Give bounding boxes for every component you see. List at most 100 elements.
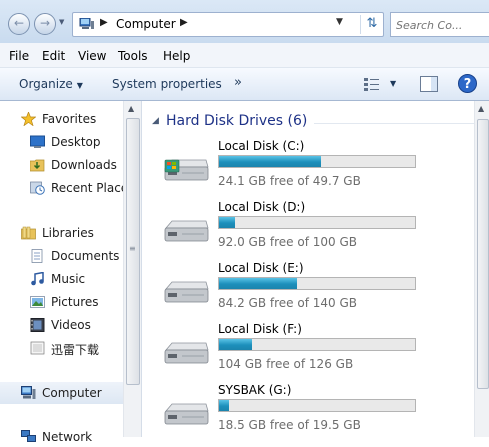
preview-pane-icon[interactable] [420, 76, 438, 92]
hard-drive-icon [164, 342, 209, 364]
documents-icon [31, 249, 43, 263]
menu-help[interactable]: Help [163, 49, 190, 63]
drive-tile[interactable]: Local Disk (D:) 92.0 GB free of 100 GB [160, 200, 470, 262]
nav-item-label: Recent Place [51, 181, 129, 195]
nav-item-recent-places[interactable]: Recent Place [0, 178, 128, 198]
group-divider [314, 123, 474, 124]
drive-name: Local Disk (C:) [218, 139, 305, 153]
organize-label: Organize [19, 77, 73, 91]
downloads-folder-icon [30, 159, 45, 172]
videos-icon [30, 318, 45, 332]
menu-file[interactable]: File [9, 49, 29, 63]
nav-item-xunlei-downloads[interactable]: 迅雷下载 [0, 338, 123, 358]
search-input[interactable] [394, 16, 489, 35]
nav-pane-scrollbar[interactable]: ▲ ≡ [123, 101, 141, 437]
drive-tile[interactable]: Local Disk (E:) 84.2 GB free of 140 GB [160, 261, 470, 323]
hard-drive-icon [164, 281, 209, 303]
nav-item-label: 迅雷下载 [51, 343, 100, 357]
drive-usage-fill [219, 278, 298, 289]
drive-tile[interactable]: Local Disk (C:) 24.1 GB free of 49.7 GB [160, 139, 470, 201]
system-properties-button[interactable]: System properties [112, 77, 222, 91]
recent-places-icon [30, 181, 45, 195]
recent-pages-dropdown[interactable]: ▼ [59, 18, 64, 26]
breadcrumb-computer[interactable]: Computer [116, 17, 176, 31]
content-scrollbar[interactable]: ▲ [474, 101, 489, 437]
nav-item-music[interactable]: Music [0, 269, 123, 289]
view-options-icon[interactable] [364, 77, 380, 91]
nav-network-label: Network [42, 430, 93, 444]
drive-name: Local Disk (D:) [218, 200, 306, 214]
drive-usage-bar [218, 155, 416, 168]
collapse-group-icon[interactable]: ◢ [152, 116, 159, 126]
refresh-icon: ⇅ [366, 16, 378, 31]
nav-libraries[interactable]: Libraries [0, 223, 123, 243]
nav-libraries-label: Libraries [42, 226, 94, 240]
drive-usage-fill [219, 339, 253, 350]
hard-drive-icon [164, 403, 209, 425]
drive-name: Local Disk (F:) [218, 322, 302, 336]
breadcrumb-separator[interactable]: ▶ [180, 17, 188, 28]
drive-usage-bar [218, 338, 416, 351]
navigation-pane: Favorites Desktop Downloads Recent Place… [0, 101, 128, 444]
group-title[interactable]: Hard Disk Drives (6) [166, 113, 307, 129]
content-scroll-thumb[interactable] [477, 119, 489, 389]
view-options-dropdown[interactable]: ▼ [390, 79, 396, 88]
drive-usage-bar [218, 277, 416, 290]
folder-icon [30, 341, 45, 355]
drive-usage-fill [219, 217, 235, 228]
drive-name: Local Disk (E:) [218, 261, 304, 275]
back-arrow-icon: ← [13, 16, 25, 30]
nav-item-videos[interactable]: Videos [0, 315, 123, 335]
nav-item-label: Downloads [51, 158, 117, 172]
nav-computer-label: Computer [42, 386, 102, 400]
menu-tools[interactable]: Tools [118, 49, 148, 63]
nav-item-label: Desktop [51, 135, 101, 149]
address-history-dropdown[interactable]: ▼ [336, 17, 343, 27]
refresh-button[interactable]: ⇅ [360, 15, 383, 34]
svg-text:?: ? [464, 77, 472, 92]
chevron-down-icon: ▼ [76, 81, 83, 90]
computer-icon [21, 386, 36, 399]
address-toolbar: ← → ▼ ▶ Computer ▶ ▼ ⇅ [0, 0, 489, 43]
command-bar: Organize ▼ System properties » ▼ ? [0, 68, 489, 101]
forward-arrow-icon: → [39, 16, 51, 30]
network-icon [21, 430, 36, 442]
drive-tile[interactable]: Local Disk (F:) 104 GB free of 126 GB [160, 322, 470, 384]
scroll-up-icon[interactable]: ▲ [478, 104, 484, 113]
menu-bar: File Edit View Tools Help [0, 43, 489, 68]
hard-drive-icon [164, 220, 209, 242]
forward-button[interactable]: → [34, 13, 56, 35]
drive-free-space: 84.2 GB free of 140 GB [218, 296, 357, 310]
hard-drive-icon [164, 159, 209, 181]
nav-item-label: Music [51, 272, 86, 286]
organize-button[interactable]: Organize ▼ [19, 77, 83, 91]
nav-item-label: Pictures [51, 295, 99, 309]
drive-free-space: 104 GB free of 126 GB [218, 357, 354, 371]
menu-edit[interactable]: Edit [42, 49, 65, 63]
back-button[interactable]: ← [8, 13, 30, 35]
nav-item-downloads[interactable]: Downloads [0, 155, 123, 175]
nav-item-documents[interactable]: Documents [0, 246, 123, 266]
music-icon [31, 272, 44, 286]
drive-usage-fill [219, 400, 229, 411]
help-icon[interactable]: ? [458, 74, 477, 93]
nav-item-label: Documents [51, 249, 120, 263]
nav-computer[interactable]: Computer [0, 382, 123, 404]
breadcrumb-separator[interactable]: ▶ [100, 17, 108, 28]
drive-tile[interactable]: SYSBAK (G:) 18.5 GB free of 19.5 GB [160, 383, 470, 445]
nav-favorites[interactable]: Favorites [0, 109, 123, 129]
scroll-grip-icon: ≡ [129, 244, 136, 253]
nav-item-pictures[interactable]: Pictures [0, 292, 123, 312]
scroll-up-icon[interactable]: ▲ [128, 104, 134, 113]
computer-icon [79, 18, 94, 29]
drive-free-space: 24.1 GB free of 49.7 GB [218, 174, 361, 188]
more-commands-button[interactable]: » [234, 75, 242, 90]
nav-item-desktop[interactable]: Desktop [0, 132, 123, 152]
drive-free-space: 92.0 GB free of 100 GB [218, 235, 357, 249]
menu-view[interactable]: View [78, 49, 106, 63]
drive-name: SYSBAK (G:) [218, 383, 292, 397]
drive-usage-bar [218, 216, 416, 229]
address-bar[interactable]: ▶ Computer ▶ ▼ ⇅ [72, 12, 384, 37]
nav-network[interactable]: Network [0, 427, 123, 447]
libraries-icon [21, 226, 36, 240]
